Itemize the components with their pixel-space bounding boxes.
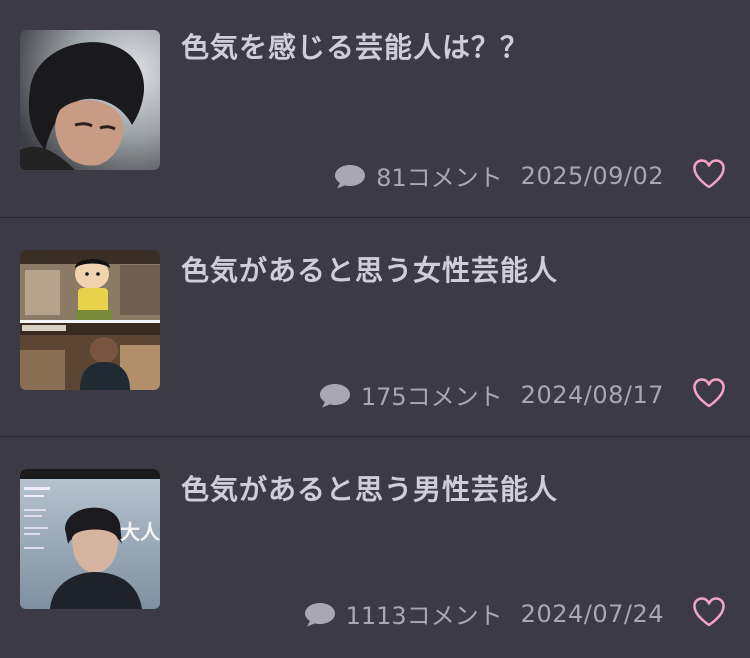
- post-title[interactable]: 色気を感じる芸能人は？？: [181, 26, 529, 66]
- post-thumbnail-image: [20, 30, 160, 170]
- post-date: 2024/08/17: [520, 380, 664, 409]
- comment-bubble-icon: [335, 164, 366, 188]
- heart-icon[interactable]: [692, 596, 726, 628]
- comment-bubble-icon: [319, 383, 350, 407]
- post-row[interactable]: 色気があると思う女性芸能人 175コメント 2024/08/17: [0, 219, 750, 437]
- post-thumbnail-image: [20, 250, 160, 390]
- post-date: 2025/09/02: [520, 161, 664, 190]
- post-date: 2024/07/24: [520, 599, 664, 628]
- post-row[interactable]: 色気を感じる芸能人は？？ 81コメント 2025/09/02: [0, 0, 750, 218]
- post-thumbnail[interactable]: [20, 30, 160, 170]
- comment-count: 81コメント: [376, 164, 503, 192]
- heart-icon[interactable]: [692, 377, 726, 409]
- post-row[interactable]: 大人の男 色気があると思う男性芸能人 1113コメント 2024/07/24: [0, 438, 750, 658]
- comment-count: 175コメント: [360, 383, 503, 411]
- post-meta: 175コメント 2024/08/17: [319, 377, 664, 412]
- post-title[interactable]: 色気があると思う女性芸能人: [181, 249, 558, 289]
- post-list: 色気を感じる芸能人は？？ 81コメント 2025/09/02 色気があると思う女…: [0, 0, 750, 658]
- comment-count: 1113コメント: [345, 602, 503, 630]
- post-meta: 81コメント 2025/09/02: [334, 158, 664, 193]
- post-thumbnail[interactable]: [20, 250, 160, 390]
- heart-icon[interactable]: [692, 158, 726, 190]
- comment-bubble-icon: [304, 602, 335, 626]
- thumbnail-text: 大人の男: [120, 520, 160, 544]
- post-title[interactable]: 色気があると思う男性芸能人: [181, 468, 558, 508]
- post-thumbnail-image: 大人の男: [20, 469, 160, 609]
- post-meta: 1113コメント 2024/07/24: [304, 596, 664, 631]
- post-thumbnail[interactable]: 大人の男: [20, 469, 160, 609]
